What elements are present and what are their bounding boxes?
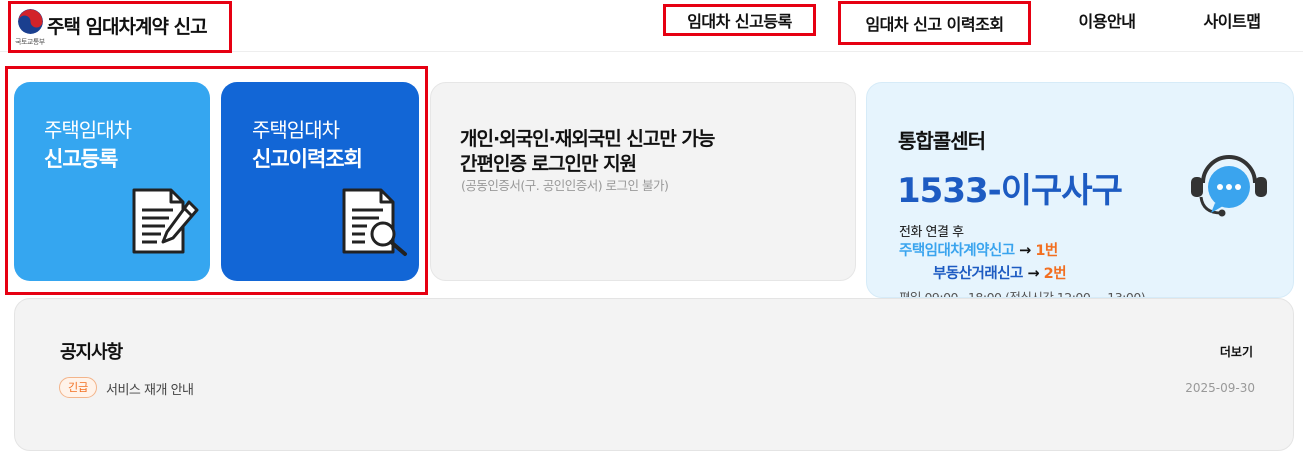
nav-label: 사이트맵 [1203, 12, 1261, 31]
nav-sitemap[interactable]: 사이트맵 [1188, 4, 1276, 36]
headset-chat-icon [1191, 155, 1267, 217]
notice-item-date: 2025-09-30 [1185, 381, 1255, 395]
card-title: 신고등록 [44, 147, 118, 171]
notice-item-title: 서비스 재개 안내 [106, 383, 194, 398]
notice-title: 공지사항 [60, 342, 123, 363]
notice-more-link[interactable]: 더보기 [1220, 343, 1253, 360]
call-hours: 평일 09:00~18:00 (점심시간 12:00 ~ 13:00) [899, 290, 1146, 298]
call-center-number[interactable]: 1533-이구사구 [897, 163, 1123, 212]
nav-label: 임대차 신고 이력조회 [865, 15, 1004, 34]
site-logo[interactable]: 주택 임대차계약 신고 국토교통부 [8, 1, 232, 53]
login-info-line-1: 개인·외국인·재외국민 신고만 가능 [460, 128, 715, 150]
login-info-line-2: 간편인증 로그인만 지원 [460, 153, 637, 175]
notice-item[interactable]: 긴급 서비스 재개 안내 2025-09-30 [59, 376, 1255, 400]
call-option: 부동산거래신고 → 2번 [933, 262, 1067, 283]
document-search-icon [342, 188, 407, 256]
login-info-note: (공동인증서(구. 공인인증서) 로그인 불가) [461, 178, 669, 193]
register-card[interactable]: 주택임대차 신고등록 [14, 82, 210, 281]
card-subtitle: 주택임대차 [44, 118, 132, 142]
arrow-icon: → [1027, 266, 1040, 282]
document-pen-icon [132, 188, 199, 254]
call-option: 주택임대차계약신고 → 1번 [899, 239, 1058, 260]
call-option-label: 부동산거래신고 [933, 266, 1023, 282]
urgent-badge: 긴급 [59, 377, 98, 398]
call-option-number: 2번 [1043, 266, 1067, 282]
notice-panel: 공지사항 더보기 긴급 서비스 재개 안내 2025-09-30 [14, 298, 1294, 451]
nav-rental-register[interactable]: 임대차 신고등록 [663, 4, 816, 36]
site-title: 주택 임대차계약 신고 [47, 16, 208, 38]
nav-label: 임대차 신고등록 [687, 12, 792, 31]
call-option-number: 1번 [1035, 243, 1058, 259]
header: 주택 임대차계약 신고 국토교통부 임대차 신고등록 임대차 신고 이력조회 이… [0, 0, 1303, 53]
nav-label: 이용안내 [1078, 12, 1136, 31]
call-option-label: 주택임대차계약신고 [899, 243, 1015, 259]
login-info-card: 개인·외국인·재외국민 신고만 가능 간편인증 로그인만 지원 (공동인증서(구… [430, 82, 856, 281]
call-center-card: 통합콜센터 1533-이구사구 전화 연결 후 주택임대차계약신고 → 1번 부… [866, 82, 1294, 298]
history-card[interactable]: 주택임대차 신고이력조회 [221, 82, 419, 281]
nav-rental-history[interactable]: 임대차 신고 이력조회 [838, 1, 1031, 45]
arrow-icon: → [1019, 243, 1031, 259]
call-center-title: 통합콜센터 [898, 129, 986, 153]
taegeuk-emblem-icon [18, 9, 43, 34]
card-subtitle: 주택임대차 [252, 118, 340, 142]
nav-usage-guide[interactable]: 이용안내 [1064, 4, 1150, 36]
call-after-connect: 전화 연결 후 [899, 225, 964, 240]
card-title: 신고이력조회 [252, 147, 363, 171]
ministry-name: 국토교통부 [15, 38, 45, 46]
